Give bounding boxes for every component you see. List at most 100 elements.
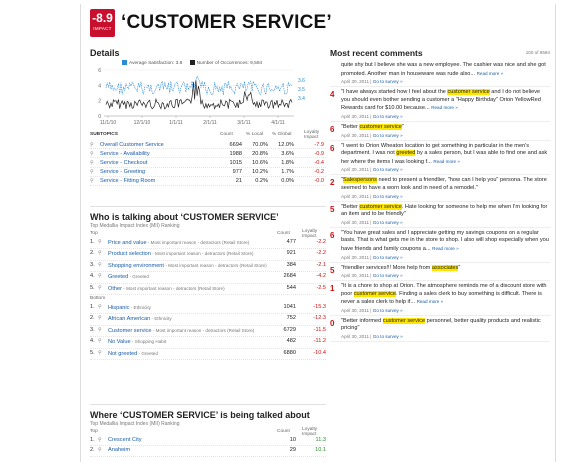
who-name[interactable]: Product selection — [108, 251, 151, 257]
who-row[interactable]: 2. ⚲ Product selection - Most important re… — [90, 249, 326, 261]
who-name[interactable]: Customer service — [108, 328, 152, 334]
subtopic-name[interactable]: Service - Checkout — [100, 160, 147, 166]
who-name[interactable]: No Value — [108, 339, 131, 345]
magnifier-icon[interactable]: ⚲ — [98, 304, 102, 310]
go-to-survey-link[interactable]: Go to survey » — [373, 194, 403, 199]
keyword-highlight: associates — [431, 264, 459, 271]
where-row[interactable]: 1. ⚲ Crescent City 10 11.3 — [90, 436, 326, 447]
magnifier-icon[interactable]: ⚲ — [98, 315, 102, 321]
who-name[interactable]: Greeted — [108, 274, 128, 280]
who-row[interactable]: 5. ⚲ Not greeted - Greeted 6880 -10.4 — [90, 349, 326, 361]
who-name[interactable]: Other — [108, 286, 122, 292]
legend-swatch-satisfaction — [122, 60, 127, 65]
right-tick-label: 3.5 — [298, 87, 305, 93]
who-label: Other - Most important reason - detracto… — [108, 284, 268, 294]
subtopic-name[interactable]: Service - Fitting Room — [100, 178, 155, 184]
magnifier-icon[interactable]: ⚲ — [98, 338, 102, 344]
magnifier-icon[interactable]: ⚲ — [90, 160, 94, 166]
subtopic-row[interactable]: ⚲ Overall Customer Service 6694 70.0% 12.0% -… — [90, 140, 326, 150]
read-more-link[interactable]: Read more » — [431, 105, 458, 110]
subtopic-row[interactable]: ⚲ Service - Availability 1988 20.8% 3.6% -0.9 — [90, 149, 326, 159]
rank: 1. — [90, 437, 95, 443]
magnifier-icon[interactable]: ⚲ — [98, 262, 102, 268]
keyword-highlight: greeted — [396, 150, 416, 157]
magnifier-icon[interactable]: ⚲ — [90, 142, 94, 148]
subtopic-local: 20.8% — [252, 150, 268, 157]
who-row[interactable]: 1. ⚲ Price and value - Most important reas… — [90, 238, 326, 250]
magnifier-icon[interactable]: ⚲ — [98, 350, 102, 356]
where-col-count: Count — [277, 429, 290, 434]
subtopic-count: 21 — [235, 178, 242, 185]
who-section: Who is talking about ‘CUSTOMER SERVICE’ … — [90, 212, 326, 361]
read-more-link[interactable]: Read more » — [417, 299, 444, 304]
subtopic-row[interactable]: ⚲ Service - Fitting Room 21 0.2% 0.0% -0.0 — [90, 177, 326, 186]
where-row[interactable]: 2. ⚲ Anaheim 29 10.1 — [90, 446, 326, 457]
read-more-link[interactable]: Read more » — [433, 159, 460, 164]
who-row[interactable]: 3. ⚲ Customer service - Most important rea… — [90, 326, 326, 338]
subtopic-name[interactable]: Service - Availability — [100, 151, 150, 157]
go-to-survey-link[interactable]: Go to survey » — [373, 133, 403, 138]
impact-score: -8.9 — [92, 11, 113, 25]
rank: 2. — [90, 315, 95, 322]
go-to-survey-link[interactable]: Go to survey » — [373, 255, 403, 260]
magnifier-icon[interactable]: ⚲ — [98, 273, 102, 279]
comment-text-start: quite shy but I believe she was a new em… — [341, 62, 537, 68]
where-label: Crescent City — [108, 436, 268, 445]
comment-score: 2 — [330, 178, 335, 188]
magnifier-icon[interactable]: ⚲ — [98, 327, 102, 333]
who-row[interactable]: 4. ⚲ Greeted - Greeted 2684 -4.2 — [90, 272, 326, 284]
go-to-survey-link[interactable]: Go to survey » — [373, 308, 403, 313]
where-header: Top Count Loyalty Impact — [90, 427, 326, 437]
who-row[interactable]: 1. ⚲ Hispanic - Ethnicity 1041 -15.3 — [90, 303, 326, 315]
comment-text: "Salespersons need to present a friendli… — [341, 177, 550, 192]
trend-chart: 64203.63.53.411/1/10 12/1/10 1/1/11 2/1/11 3… — [98, 68, 305, 126]
rank: 1. — [90, 304, 95, 311]
magnifier-icon[interactable]: ⚲ — [90, 151, 94, 157]
where-label: Anaheim — [108, 446, 268, 455]
who-name[interactable]: African American — [108, 316, 150, 322]
comment: 4 "I have always started how I feel about… — [330, 87, 550, 122]
who-name[interactable]: Hispanic — [108, 305, 129, 311]
go-to-survey-link[interactable]: Go to survey » — [373, 167, 403, 172]
go-to-survey-link[interactable]: Go to survey » — [373, 220, 403, 225]
go-to-survey-link[interactable]: Go to survey » — [373, 334, 403, 339]
magnifier-icon[interactable]: ⚲ — [90, 178, 94, 184]
subtopic-row[interactable]: ⚲ Service - Checkout 1015 10.6% 1.8% -0.4 — [90, 158, 326, 168]
magnifier-icon[interactable]: ⚲ — [98, 447, 102, 453]
magnifier-icon[interactable]: ⚲ — [98, 285, 102, 291]
who-name[interactable]: Shopping environment — [108, 263, 164, 269]
subtopic-global: 0.0% — [281, 178, 294, 185]
magnifier-icon[interactable]: ⚲ — [98, 250, 102, 256]
go-to-survey-link[interactable]: Go to survey » — [373, 114, 403, 119]
magnifier-icon[interactable]: ⚲ — [98, 437, 102, 443]
who-row[interactable]: 2. ⚲ African American - Ethnicity 752 -12.3 — [90, 314, 326, 326]
who-name[interactable]: Not greeted — [108, 351, 137, 357]
rank: 4. — [90, 273, 95, 280]
magnifier-icon[interactable]: ⚲ — [90, 169, 94, 175]
subtopic-count: 977 — [232, 169, 242, 176]
comments-title: Most recent comments — [330, 48, 423, 58]
comment-date: April 30, 2011 — [341, 132, 370, 138]
who-count: 6729 — [283, 326, 296, 333]
who-row[interactable]: 5. ⚲ Other - Most important reason - detra… — [90, 284, 326, 296]
read-more-link[interactable]: Read more » — [477, 71, 504, 76]
subtopic-local: 70.0% — [252, 141, 268, 148]
subtopic-name[interactable]: Overall Customer Service — [100, 142, 164, 148]
who-label: Greeted - Greeted — [108, 272, 268, 282]
comment-text: quite shy but I believe she was a new em… — [341, 62, 550, 78]
who-name[interactable]: Price and value — [108, 240, 147, 246]
subtopic-row[interactable]: ⚲ Service - Greeting 977 10.2% 1.7% -0.2 — [90, 168, 326, 177]
who-count: 2684 — [283, 273, 296, 280]
read-more-link[interactable]: Read more » — [432, 246, 459, 251]
go-to-survey-link[interactable]: Go to survey » — [373, 79, 403, 84]
who-row[interactable]: 4. ⚲ No Value - Shopping Habit 482 -11.2 — [90, 337, 326, 349]
magnifier-icon[interactable]: ⚲ — [98, 239, 102, 245]
who-row[interactable]: 3. ⚲ Shopping environment - Most important… — [90, 261, 326, 273]
go-to-survey-link[interactable]: Go to survey » — [373, 273, 403, 278]
subtopic-name[interactable]: Service - Greeting — [100, 169, 145, 175]
who-count: 752 — [286, 315, 296, 322]
who-label: African American - Ethnicity — [108, 314, 268, 324]
where-name[interactable]: Crescent City — [108, 437, 142, 443]
where-name[interactable]: Anaheim — [108, 447, 130, 453]
chart-legend: Average Satisfaction: 3.8 Number of Occu… — [122, 60, 262, 66]
